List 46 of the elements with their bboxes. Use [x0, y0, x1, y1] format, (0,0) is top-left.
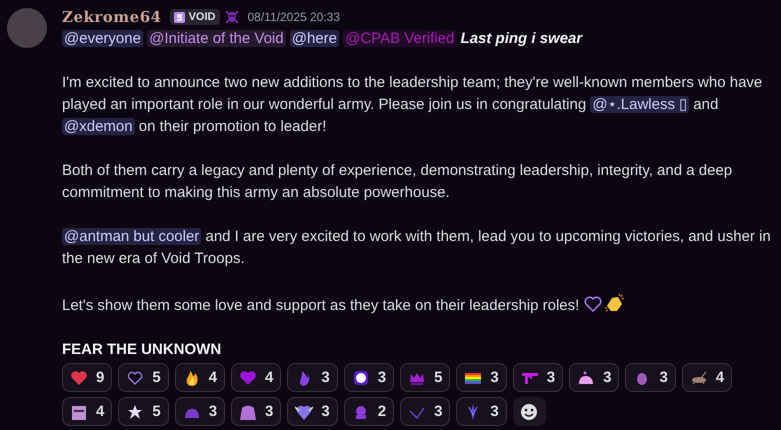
reaction-button[interactable]: 2 — [344, 397, 394, 426]
heart-icon — [583, 294, 604, 314]
author-name[interactable]: Zekrome64 — [62, 6, 162, 28]
mention[interactable]: @xdemon — [62, 118, 135, 135]
star-emoji-icon — [126, 402, 144, 420]
skull-crossbones-icon — [224, 9, 240, 25]
message-paragraph: I'm excited to announce two new additions to the leadership team; they're well-known members who have played an important role in our wonderful army. Please join us in congratulating @⋆.Lawless ▯ and @xdemon on their promotion to leader! — [62, 73, 764, 137]
reaction-button[interactable]: 4 — [62, 397, 112, 426]
message-paragraph: @everyone @Initiate of the Void @here @CPAB Verified Last ping i swear — [62, 29, 584, 49]
smiley-icon — [520, 402, 538, 420]
mention[interactable]: @everyone — [62, 30, 143, 47]
reaction-button[interactable]: 4 — [231, 363, 282, 392]
guild-tag: VOID — [170, 9, 220, 25]
reaction-button[interactable]: 3 — [287, 363, 338, 392]
add-reaction-button[interactable] — [512, 397, 546, 426]
reaction-button[interactable]: 3 — [174, 397, 226, 426]
timestamp: 08/11/2025 20:33 — [248, 9, 340, 26]
reaction-button[interactable]: 3 — [400, 397, 450, 426]
reaction-button[interactable]: 4 — [682, 363, 732, 392]
reaction-button[interactable]: 3 — [512, 363, 564, 392]
reaction-button[interactable]: 3 — [287, 397, 338, 426]
reaction-button[interactable]: 3 — [456, 397, 507, 426]
reaction-button[interactable]: 4 — [174, 363, 226, 392]
mention[interactable]: @Initiate of the Void — [147, 30, 286, 47]
tag-icon — [174, 12, 185, 22]
reaction-button[interactable]: 3 — [569, 363, 620, 392]
reaction-button[interactable]: 3 — [456, 363, 507, 392]
reaction-button[interactable]: 5 — [118, 397, 169, 426]
reaction-button[interactable]: 5 — [118, 363, 169, 392]
reaction-button[interactable]: 5 — [400, 363, 450, 392]
reaction-button[interactable]: 3 — [344, 363, 394, 392]
heart-emoji-icon — [239, 368, 258, 386]
mention[interactable]: @⋆.Lawless ▯ — [590, 96, 690, 113]
heart-emoji-icon — [126, 368, 144, 386]
reaction-button[interactable]: 3 — [231, 397, 282, 426]
blob-emoji-icon — [577, 368, 596, 386]
message-paragraph: @antman but cooler and I are very excited to work with them, lead you to upcoming victories, and usher in the new era of Void Troops. — [62, 227, 772, 269]
mention[interactable]: @here — [290, 30, 340, 47]
reaction-button[interactable]: 9 — [62, 363, 112, 392]
heart-emoji-icon — [70, 368, 88, 386]
message-paragraph: Both of them carry a legacy and plenty of experience, demonstrating leadership, integrity, and a deep commitment to making this army an absolute powerhouse. — [62, 161, 734, 203]
section-heading: FEAR THE UNKNOWN — [62, 341, 222, 358]
orb-emoji-icon — [352, 368, 370, 386]
mention[interactable]: @antman but cooler — [62, 228, 202, 245]
reaction-button[interactable]: 3 — [625, 363, 676, 392]
message-paragraph: Let's show them some love and support as they take on their leadership roles! — [62, 292, 775, 317]
